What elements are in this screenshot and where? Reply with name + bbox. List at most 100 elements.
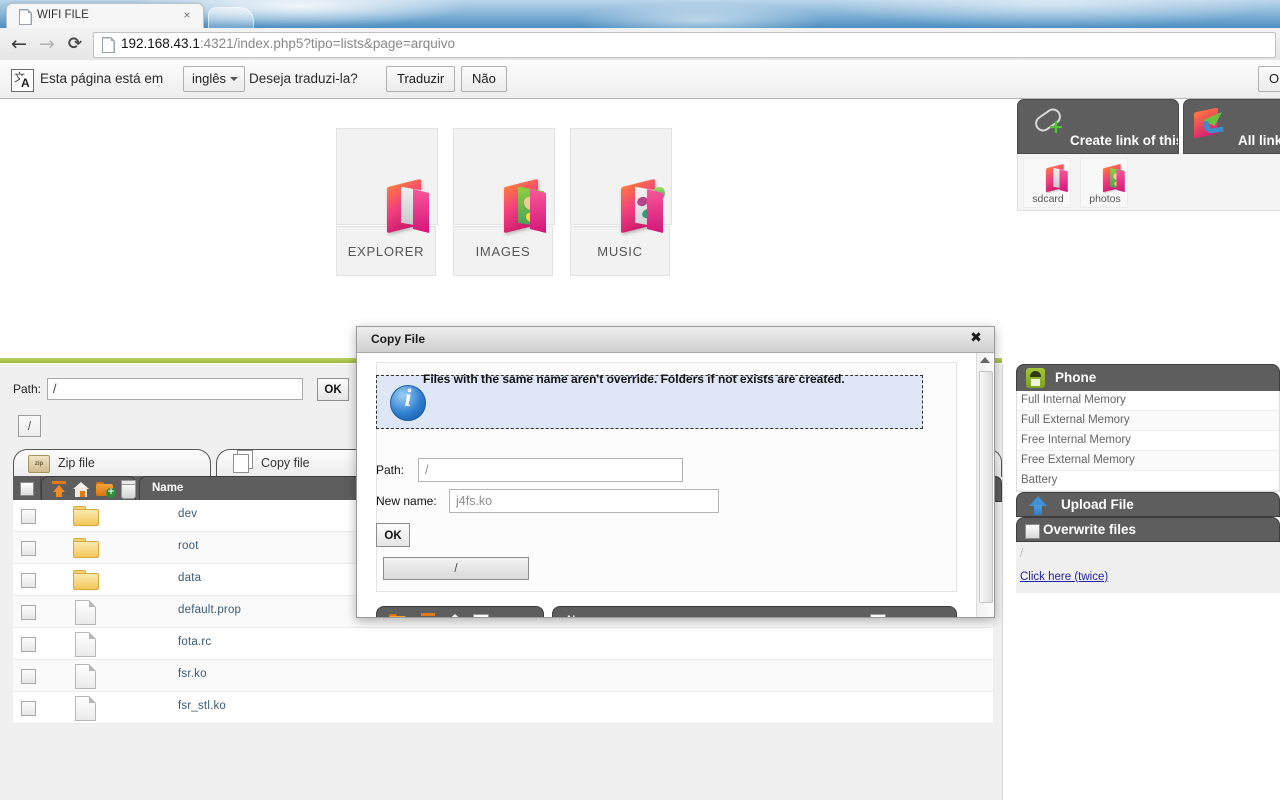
path-ok-button[interactable]: OK — [317, 378, 349, 401]
browser-tab[interactable]: WIFI FILE × — [6, 3, 204, 28]
copy-file-dialog: Copy File ✖ i Files with the same name a… — [356, 326, 995, 618]
close-icon[interactable]: × — [181, 9, 193, 21]
info-icon: i — [390, 385, 426, 421]
select-all-checkbox[interactable] — [20, 482, 34, 496]
all-links-button[interactable]: All links — [1183, 99, 1280, 154]
translate-language-select[interactable]: inglês — [183, 66, 245, 92]
scroll-up-icon[interactable] — [980, 357, 990, 363]
all-links-label: All links — [1238, 133, 1280, 148]
dialog-body: i Files with the same name aren't overri… — [357, 353, 976, 617]
translate-options-button[interactable]: Opções — [1258, 66, 1280, 92]
table-row[interactable]: fsr.ko — [13, 660, 993, 692]
back-icon[interactable]: ← — [8, 33, 30, 55]
row-name[interactable]: dev — [178, 508, 197, 520]
row-checkbox[interactable] — [21, 541, 36, 556]
reload-icon[interactable]: ⟳ — [64, 33, 86, 55]
translate-glyph-target: A — [20, 76, 31, 90]
dialog-column-header-name: Name — [552, 606, 957, 617]
create-link-button[interactable]: + Create link of this page — [1017, 99, 1179, 154]
row-name[interactable]: fsr.ko — [178, 668, 207, 680]
home-icon[interactable] — [73, 482, 89, 497]
dialog-titlebar[interactable]: Copy File ✖ — [357, 327, 994, 353]
folder-icon — [73, 536, 99, 558]
link-shortcuts-body: sdcard photos — [1017, 154, 1280, 211]
table-row[interactable]: fota.rc — [13, 628, 993, 660]
breadcrumb-root[interactable]: / — [18, 415, 41, 437]
path-input[interactable] — [47, 378, 303, 400]
table-row[interactable]: fsr_stl.ko — [13, 692, 993, 724]
overwrite-checkbox[interactable] — [1025, 524, 1040, 539]
sidebar-row: Free External Memory — [1017, 451, 1279, 471]
sidebar-section-upload[interactable]: Upload File — [1016, 492, 1280, 517]
sidebar-row: Free Internal Memory — [1017, 431, 1279, 451]
address-bar-path: :4321/index.php5?tipo=lists&page=arquivo — [199, 36, 456, 51]
translate-accept-button[interactable]: Traduzir — [386, 66, 456, 92]
page-info-icon — [102, 37, 115, 53]
row-checkbox[interactable] — [21, 509, 36, 524]
create-link-label: Create link of this page — [1070, 133, 1178, 148]
home-icon[interactable] — [447, 614, 463, 617]
copy-icon — [233, 454, 249, 473]
dialog-ok-button[interactable]: OK — [376, 523, 410, 547]
sidebar-current-path: / — [1020, 548, 1024, 560]
new-folder-icon[interactable]: + — [389, 614, 408, 617]
sidebar: Phone Full Internal Memory Full External… — [1016, 364, 1280, 800]
row-name[interactable]: default.prop — [178, 604, 241, 616]
android-icon — [1026, 368, 1045, 388]
file-icon — [73, 632, 97, 657]
forward-icon[interactable]: → — [36, 33, 58, 55]
new-tab-button[interactable] — [208, 7, 254, 28]
dialog-path-input[interactable] — [418, 458, 683, 482]
delete-icon[interactable] — [121, 480, 136, 499]
row-checkbox[interactable] — [21, 573, 36, 588]
row-checkbox[interactable] — [21, 669, 36, 684]
shortcut-sdcard[interactable]: sdcard — [1023, 158, 1071, 208]
tile-explorer[interactable]: EXPLORER — [336, 128, 438, 276]
translate-language-label: inglês — [192, 71, 226, 86]
address-bar-host: 192.168.43.1 — [121, 36, 200, 51]
delete-icon[interactable] — [870, 614, 886, 617]
dialog-scrollbar[interactable] — [976, 353, 994, 617]
tile-music[interactable]: MUSIC — [570, 128, 672, 276]
row-name[interactable]: fsr_stl.ko — [178, 700, 226, 712]
sidebar-row: Full External Memory — [1017, 411, 1279, 431]
select-all-cell[interactable] — [13, 476, 41, 500]
dialog-newname-input[interactable] — [449, 489, 719, 513]
close-icon[interactable]: ✖ — [968, 330, 984, 346]
new-folder-icon[interactable]: + — [96, 482, 116, 498]
browser-toolbar: ← → ⟳ 192.168.43.1:4321/index.php5?tipo=… — [0, 28, 1280, 61]
tab-zip-file[interactable]: zip Zip file — [13, 449, 211, 476]
sidebar-section-phone: Phone — [1016, 364, 1280, 391]
click-here-link[interactable]: Click here (twice) — [1020, 571, 1108, 583]
file-icon — [73, 664, 97, 689]
row-name[interactable]: data — [178, 572, 201, 584]
tab-copy-file-label: Copy file — [261, 456, 310, 470]
address-bar[interactable]: 192.168.43.1:4321/index.php5?tipo=lists&… — [93, 32, 1276, 58]
folder-music-icon — [570, 128, 672, 233]
folder-icon — [73, 568, 99, 590]
dialog-breadcrumb-root[interactable]: / — [383, 557, 529, 580]
tab-zip-file-label: Zip file — [58, 456, 95, 470]
row-checkbox[interactable] — [21, 605, 36, 620]
sidebar-row: Battery — [1017, 471, 1279, 491]
sidebar-row: Full Internal Memory — [1017, 391, 1279, 411]
scrollbar-thumb[interactable] — [979, 371, 993, 603]
row-checkbox[interactable] — [21, 701, 36, 716]
upload-icon — [1029, 496, 1047, 515]
translate-decline-button[interactable]: Não — [461, 66, 507, 92]
delete-icon[interactable] — [473, 614, 489, 617]
shortcut-photos[interactable]: photos — [1080, 158, 1128, 208]
tile-images[interactable]: IMAGES — [453, 128, 555, 276]
row-checkbox[interactable] — [21, 637, 36, 652]
sidebar-phone-rows: Full Internal Memory Full External Memor… — [1016, 391, 1280, 492]
up-arrow-icon[interactable] — [421, 613, 435, 617]
row-name[interactable]: root — [178, 540, 199, 552]
dialog-newname-label: New name: — [376, 494, 437, 508]
dialog-column-name-label: Name — [567, 615, 598, 617]
folder-icon — [73, 504, 99, 526]
up-arrow-icon[interactable] — [52, 481, 66, 497]
browser-tab-title: WIFI FILE — [37, 9, 89, 21]
shortcut-photos-label: photos — [1089, 193, 1121, 205]
sidebar-section-overwrite[interactable]: Overwrite files — [1016, 517, 1280, 542]
row-name[interactable]: fota.rc — [178, 636, 211, 648]
